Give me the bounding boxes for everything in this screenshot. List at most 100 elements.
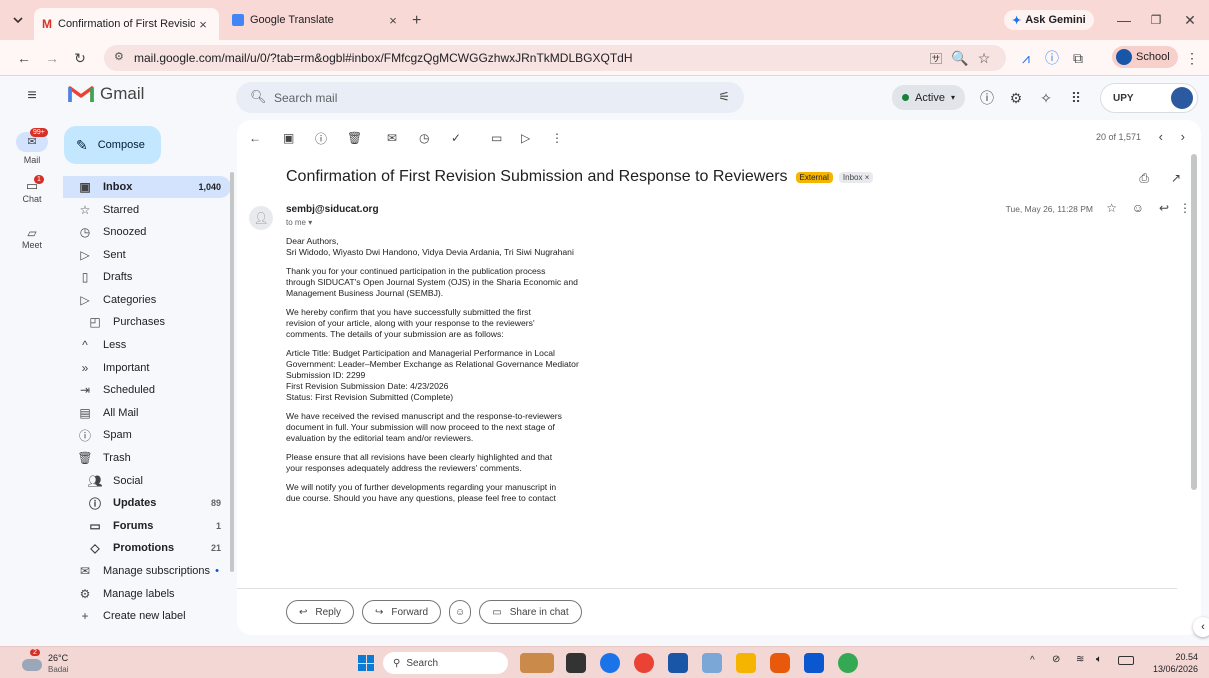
apps-grid-icon[interactable]: ⠿ [1066,88,1086,108]
gemini-sparkle-icon[interactable]: ✧ [1036,88,1056,108]
sidebar-item-inbox[interactable]: ▣ Inbox 1,040 [63,176,231,198]
tab-gmail[interactable]: M Confirmation of First Revision S × [34,8,219,40]
translate-page-icon[interactable]: 🈂 [926,48,946,68]
sidebar-item-all-mail[interactable]: ▤ All Mail [63,402,231,424]
tray-mute-icon[interactable]: ⊘ [1052,654,1060,665]
gmail-logo[interactable]: Gmail [68,84,144,104]
close-tab-icon[interactable]: × [385,13,401,28]
more-icon[interactable]: ⋮ [551,131,581,145]
sidebar-item-updates[interactable]: ⓘ Updates 89 [63,492,231,514]
profile-button[interactable]: School [1112,46,1178,68]
taskbar-app-calculator-icon[interactable] [702,653,722,673]
restore-icon[interactable]: ❐ [1146,10,1166,30]
minimize-icon[interactable]: — [1114,10,1134,30]
sidebar-item-manage-labels[interactable]: ⚙ Manage labels [63,583,231,605]
status-dropdown[interactable]: Active ▾ [892,85,965,110]
taskbar-app-mail-icon[interactable] [804,653,824,673]
archive-icon[interactable]: ▣ [283,131,315,145]
print-icon[interactable]: ⎙ [1139,171,1149,186]
nav-scrollbar[interactable] [230,172,234,572]
sidebar-item-forums[interactable]: ▭ Forums 1 [63,515,231,537]
forward-button[interactable]: ↪ Forward [361,600,442,624]
reload-icon[interactable]: ↻ [70,48,90,68]
email-scrollbar[interactable] [1191,154,1197,490]
labels-icon[interactable]: ▷ [521,131,551,145]
taskbar-app-store-icon[interactable] [668,653,688,673]
search-icon[interactable]: 🔍︎ [250,89,267,105]
search-options-icon[interactable]: ⚟ [718,89,730,105]
reply-button[interactable]: ↩ Reply [286,600,354,624]
sender-email[interactable]: sembj@siducat.org [286,204,379,215]
move-to-icon[interactable]: ▭ [491,131,521,145]
taskbar-app-task-view-icon[interactable] [566,653,586,673]
tab-search-chevron-icon[interactable] [8,10,28,30]
share-in-chat-button[interactable]: ▭ Share in chat [479,600,582,624]
main-menu-icon[interactable]: ≡ [22,86,42,106]
wifi-icon[interactable]: ≋ [1076,654,1084,665]
sidebar-item-purchases[interactable]: ◰ Purchases [63,311,231,333]
tab-google-translate[interactable]: Google Translate × [224,6,409,34]
emoji-react-icon[interactable]: ☺ [1132,201,1144,215]
ask-gemini-button[interactable]: ✦ Ask Gemini [1004,10,1094,30]
browser-menu-icon[interactable]: ⋮ [1182,48,1202,68]
back-to-inbox-icon[interactable]: ← [249,131,283,145]
taskbar-app-explorer-icon[interactable] [736,653,756,673]
sidebar-item-drafts[interactable]: ▯ Drafts [63,266,231,288]
rail-meet[interactable]: ▱ Meet [0,226,64,250]
taskbar-app-widget-icon[interactable] [520,653,554,673]
recipient-toggle[interactable]: to me ▾ [286,218,312,227]
bookmark-star-icon[interactable]: ☆ [974,48,994,68]
sidebar-item-promotions[interactable]: ◇ Promotions 21 [63,537,231,559]
new-tab-button[interactable]: + [412,12,421,30]
reply-icon[interactable]: ↩ [1159,201,1169,215]
sidebar-item-manage-subscriptions[interactable]: ✉ Manage subscriptions • [63,560,231,582]
open-new-window-icon[interactable]: ↗ [1171,171,1181,185]
forward-icon[interactable]: → [42,48,62,68]
more-options-icon[interactable]: ⋮ [1179,201,1191,215]
close-window-icon[interactable]: ✕ [1180,10,1200,30]
extensions-puzzle-icon[interactable]: ⧉ [1068,48,1088,68]
sidebar-item-social[interactable]: 👥︎ Social [63,470,231,492]
address-bar[interactable]: ⚙ mail.google.com/mail/u/0/?tab=rm&ogbl#… [104,45,1006,71]
compose-button[interactable]: ✎ Compose [64,126,161,164]
taskbar-app-chrome-icon[interactable] [838,653,858,673]
clock-time[interactable]: 20.54 [1160,652,1198,662]
sidebar-item-spam[interactable]: ⓘ Spam [63,424,231,446]
rail-chat[interactable]: ▭ 1 Chat [0,175,64,204]
snooze-icon[interactable]: ◷ [419,131,451,145]
sidebar-item-categories[interactable]: ▷ Categories [63,289,231,311]
tray-chevron-up-icon[interactable]: ^ [1030,655,1035,666]
zoom-icon[interactable]: 🔍 [950,48,970,68]
search-bar[interactable]: 🔍︎ Search mail ⚟ [236,82,744,113]
weather-icon[interactable]: 2 [22,649,42,671]
delete-icon[interactable]: 🗑︎ [347,131,387,145]
newer-chevron-icon[interactable]: ‹ [1159,129,1163,144]
sidebar-item-starred[interactable]: ☆ Starred [63,199,231,221]
taskbar-app-brave-icon[interactable] [770,653,790,673]
account-button[interactable]: UPY [1100,83,1198,113]
sidebar-item-create-new-label[interactable]: + Create new label [63,605,231,627]
close-tab-icon[interactable]: × [195,17,211,32]
emoji-button[interactable]: ☺ [449,600,472,624]
mark-unread-icon[interactable]: ✉ [387,131,419,145]
extension-2-icon[interactable]: ⓘ [1042,48,1062,68]
add-task-icon[interactable]: ✓ [451,131,491,145]
inbox-label-chip[interactable]: Inbox × [838,171,874,183]
sidebar-item-trash[interactable]: 🗑︎ Trash [63,447,231,469]
battery-icon[interactable] [1118,656,1134,665]
sidebar-item-less[interactable]: ^ Less [63,334,231,356]
star-icon[interactable]: ☆ [1106,201,1117,215]
older-chevron-icon[interactable]: › [1181,129,1185,144]
report-spam-icon[interactable]: ⓘ [315,130,347,147]
sidebar-item-scheduled[interactable]: ⇥ Scheduled [63,379,231,401]
taskbar-search[interactable]: ⚲ Search [383,652,508,674]
extension-icon[interactable]: ⩘ [1016,48,1036,68]
sidebar-item-sent[interactable]: ▷ Sent [63,244,231,266]
clock-date[interactable]: 13/06/2026 [1142,664,1198,674]
taskbar-app-colorful-icon[interactable] [634,653,654,673]
help-icon[interactable]: ⓘ [977,88,997,108]
windows-start-icon[interactable] [358,655,374,671]
sidebar-item-important[interactable]: » Important [63,357,231,379]
sidebar-item-snoozed[interactable]: ◷ Snoozed [63,221,231,243]
volume-icon[interactable]: 🔈︎ [1096,654,1102,665]
